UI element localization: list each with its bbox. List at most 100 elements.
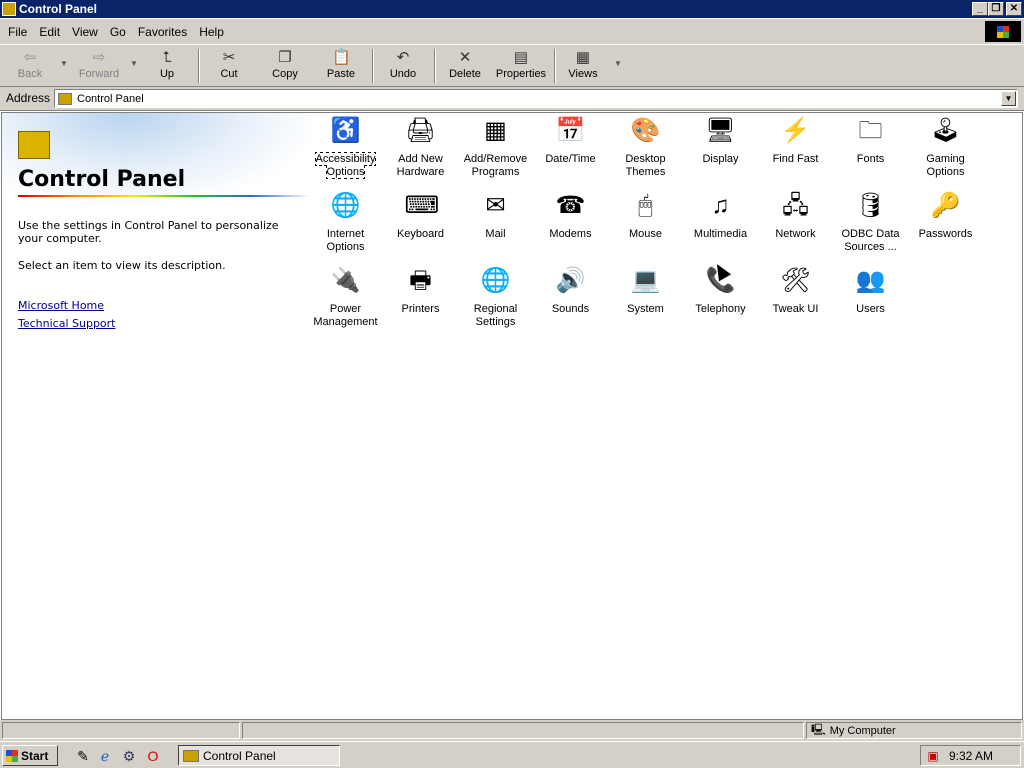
system-tray: ▣ 9:32 AM: [920, 745, 1021, 766]
menu-bar: File Edit View Go Favorites Help: [0, 19, 1024, 44]
start-label: Start: [21, 748, 49, 763]
menu-file[interactable]: File: [2, 25, 33, 39]
item-label: Desktop Themes: [625, 153, 666, 178]
control-panel-item[interactable]: 📅 Date/Time: [533, 115, 608, 166]
clock[interactable]: 9:32 AM: [949, 749, 993, 763]
outlook-express-icon[interactable]: ⚙: [120, 747, 138, 765]
control-panel-item[interactable]: ☎ Modems: [533, 190, 608, 241]
database-icon: 🛢: [855, 192, 886, 219]
menu-view[interactable]: View: [66, 25, 104, 39]
control-panel-item[interactable]: 🗀 Fonts: [833, 115, 908, 166]
menu-edit[interactable]: Edit: [33, 25, 66, 39]
undo-button[interactable]: ↶ Undo: [380, 47, 426, 85]
microsoft-home-link[interactable]: Microsoft Home: [18, 299, 104, 312]
item-label: Accessibility Options: [314, 152, 377, 179]
users-icon: 👥: [855, 267, 886, 294]
show-desktop-icon[interactable]: ✎: [74, 747, 92, 765]
delete-label: Delete: [449, 68, 481, 80]
globe-icon: 🌐: [480, 267, 511, 294]
up-folder-icon: ⮤: [162, 49, 172, 66]
control-panel-item[interactable]: 🔊 Sounds: [533, 265, 608, 316]
item-label: Users: [856, 303, 885, 315]
copy-label: Copy: [272, 68, 298, 80]
control-panel-item[interactable]: 👥 Users: [833, 265, 908, 316]
internet-explorer-icon[interactable]: ℯ: [96, 747, 114, 765]
binoculars-icon: ⚡: [780, 117, 811, 144]
restore-button[interactable]: ❐: [988, 2, 1004, 16]
forward-button[interactable]: ⇨ Forward: [74, 47, 124, 85]
control-panel-item[interactable]: 🖥 Display: [683, 115, 758, 166]
close-button[interactable]: ✕: [1006, 2, 1022, 16]
back-label: Back: [17, 68, 43, 80]
opera-icon[interactable]: O: [144, 747, 162, 765]
copy-button[interactable]: ❐ Copy: [262, 47, 308, 85]
control-panel-item[interactable]: ⚡ Find Fast: [758, 115, 833, 166]
control-panel-item[interactable]: ▦ Add/Remove Programs: [458, 115, 533, 179]
my-computer-icon: 🖳: [811, 724, 826, 736]
status-panel-middle: [242, 722, 804, 739]
control-panel-item[interactable]: 🌐 Regional Settings: [458, 265, 533, 329]
item-label: Modems: [549, 228, 592, 240]
window-title: Control Panel: [19, 2, 98, 16]
back-button[interactable]: ⇦ Back: [6, 47, 54, 85]
control-panel-item[interactable]: 🌐 Internet Options: [308, 190, 383, 254]
paste-button[interactable]: 📋 Paste: [318, 47, 364, 85]
globe-icon: 🌐: [330, 192, 361, 219]
address-input[interactable]: Control Panel ▼: [54, 89, 1018, 108]
minimize-button[interactable]: _: [972, 2, 988, 16]
views-button[interactable]: ▦ Views: [560, 47, 606, 85]
printer-folder-icon: 🖶: [409, 267, 432, 294]
control-panel-item[interactable]: 🕹 Gaming Options: [908, 115, 983, 179]
keyboard-icon: ⌨: [404, 192, 440, 219]
views-dropdown-icon[interactable]: ▼: [614, 59, 622, 68]
forward-dropdown-icon[interactable]: ▼: [130, 59, 138, 68]
control-panel-item[interactable]: 💻 System: [608, 265, 683, 316]
menu-help[interactable]: Help: [193, 25, 230, 39]
joystick-icon: 🕹: [930, 117, 961, 144]
address-dropdown-icon[interactable]: ▼: [1001, 91, 1016, 106]
menu-go[interactable]: Go: [104, 25, 132, 39]
start-button[interactable]: Start: [2, 745, 58, 766]
cut-button[interactable]: ✂ Cut: [206, 47, 252, 85]
control-panel-item[interactable]: ⌨ Keyboard: [383, 190, 458, 241]
control-panel-item[interactable]: 🛠 Tweak UI: [758, 265, 833, 316]
control-panel-item[interactable]: ♫ Multimedia: [683, 190, 758, 241]
control-panel-task-icon: [183, 749, 199, 762]
taskbar-control-panel-button[interactable]: Control Panel: [178, 745, 340, 766]
properties-button[interactable]: ▤ Properties: [494, 47, 548, 85]
calendar-clock-icon: 📅: [555, 117, 586, 144]
control-panel-item[interactable]: 🔑 Passwords: [908, 190, 983, 241]
monitor-icon: 🖥: [705, 117, 736, 144]
control-panel-item[interactable]: 🔌 Power Management: [308, 265, 383, 329]
toolbar-separator: [434, 49, 436, 83]
item-label: Date/Time: [545, 153, 596, 165]
tray-scheduler-icon[interactable]: ▣: [925, 749, 941, 763]
back-dropdown-icon[interactable]: ▼: [60, 59, 68, 68]
control-panel-item[interactable]: 🖶 Printers: [383, 265, 458, 316]
control-panel-item[interactable]: 🖨 Add New Hardware: [383, 115, 458, 179]
technical-support-link[interactable]: Technical Support: [18, 317, 116, 330]
item-label: Sounds: [551, 303, 590, 315]
control-panel-item[interactable]: ✉ Mail: [458, 190, 533, 241]
control-panel-item[interactable]: ♿ Accessibility Options: [308, 115, 383, 179]
item-label: Mail: [485, 228, 506, 240]
up-button[interactable]: ⮤ Up: [144, 47, 190, 85]
control-panel-item[interactable]: 🎨 Desktop Themes: [608, 115, 683, 179]
programs-icon: ▦: [484, 117, 507, 144]
control-panel-item[interactable]: 🖧 Network: [758, 190, 833, 241]
control-panel-item[interactable]: 🖱 Mouse: [608, 190, 683, 241]
views-grid-icon: ▦: [575, 49, 591, 66]
paste-icon: 📋: [332, 49, 351, 66]
delete-button[interactable]: ✕ Delete: [442, 47, 488, 85]
menu-favorites[interactable]: Favorites: [132, 25, 193, 39]
forward-label: Forward: [78, 68, 120, 80]
title-bar[interactable]: Control Panel _ ❐ ✕: [0, 0, 1024, 18]
item-label: ODBC Data Sources ...: [841, 228, 900, 253]
item-label: Find Fast: [772, 153, 819, 165]
item-label: Passwords: [918, 228, 973, 240]
toolbar-separator: [372, 49, 374, 83]
control-panel-item[interactable]: 🛢 ODBC Data Sources ...: [833, 190, 908, 254]
cut-label: Cut: [220, 68, 238, 80]
item-label: System: [627, 303, 664, 315]
item-label: Tweak UI: [772, 303, 819, 315]
